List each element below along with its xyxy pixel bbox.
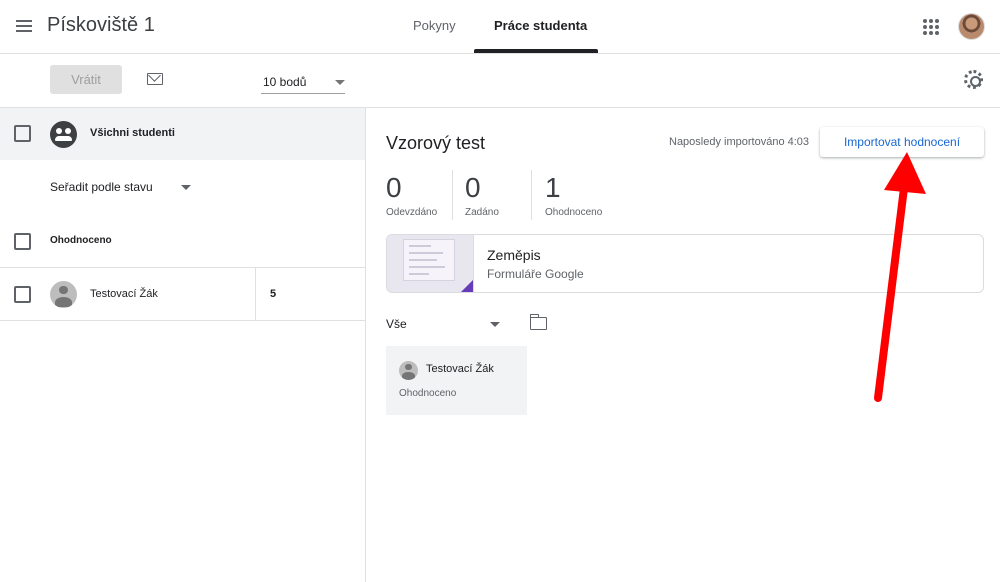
top-bar: Pískoviště 1 Pokyny Práce studenta [0,0,1000,54]
tab-pokyny[interactable]: Pokyny [413,18,456,33]
import-status: Naposledy importováno 4:03 [669,136,810,148]
stat-label: Ohodnoceno [545,207,603,218]
graded-section-header: Ohodnoceno [0,216,365,268]
student-checkbox[interactable] [14,286,31,303]
filter-select[interactable]: Vše [386,317,504,335]
dropdown-arrow-icon [490,322,500,327]
menu-icon[interactable] [12,14,36,38]
student-card-name: Testovací Žák [426,363,494,375]
mail-icon[interactable] [147,73,163,85]
student-grade[interactable]: 5 [270,288,276,300]
divider [452,170,453,220]
dropdown-arrow-icon [181,185,191,190]
stat-value: 0 [386,172,402,203]
assignment-title: Vzorový test [386,133,486,153]
all-students-label: Všichni studenti [90,127,175,139]
student-list-panel: Všichni studenti Seřadit podle stavu Oho… [0,108,366,582]
all-students-row[interactable]: Všichni studenti [0,108,365,160]
stat-label: Zadáno [465,207,499,218]
dropdown-arrow-icon [335,80,345,85]
import-grades-button[interactable]: Importovat hodnocení [820,127,984,157]
apps-icon[interactable] [922,18,940,36]
active-tab-indicator [474,49,598,53]
google-forms-icon [459,280,473,292]
sort-select[interactable]: Seřadit podle stavu [50,180,195,198]
group-icon [50,121,77,148]
class-title: Pískoviště 1 [47,14,155,36]
graded-section-checkbox[interactable] [14,233,31,250]
stat-label: Odevzdáno [386,207,438,218]
stat-value: 1 [545,172,561,203]
return-button[interactable]: Vrátit [50,65,122,94]
all-students-checkbox[interactable] [14,125,31,142]
student-card[interactable]: Testovací Žák Ohodnoceno [386,346,527,415]
assignment-panel: Vzorový test Naposledy importováno 4:03 … [367,108,1000,582]
forms-thumbnail [387,235,474,292]
attachment-card[interactable]: Zeměpis Formuláře Google [386,234,984,293]
stat-turned-in: 0 Odevzdáno [386,171,437,218]
attachment-title: Zeměpis [487,247,541,263]
student-card-status: Ohodnoceno [399,388,457,399]
stat-graded: 1 Ohodnoceno [545,171,602,218]
points-value: 10 bodů [263,75,307,89]
student-name: Testovací Žák [90,288,158,300]
tab-prace-studenta[interactable]: Práce studenta [494,18,587,33]
divider [531,170,532,220]
account-avatar[interactable] [958,13,985,40]
gear-icon[interactable] [964,70,983,89]
points-select[interactable]: 10 bodů [261,72,345,94]
student-row[interactable]: Testovací Žák 5 [0,268,365,321]
stat-assigned: 0 Zadáno [465,171,499,218]
stat-value: 0 [465,172,481,203]
sort-label: Seřadit podle stavu [50,180,153,194]
student-avatar [399,361,418,380]
graded-section-label: Ohodnoceno [50,235,112,246]
attachment-type: Formuláře Google [487,267,584,281]
filter-label: Vše [386,317,407,331]
folder-icon[interactable] [529,314,547,330]
toolbar: Vrátit 10 bodů [0,54,1000,108]
divider [255,268,256,320]
student-avatar [50,281,77,308]
